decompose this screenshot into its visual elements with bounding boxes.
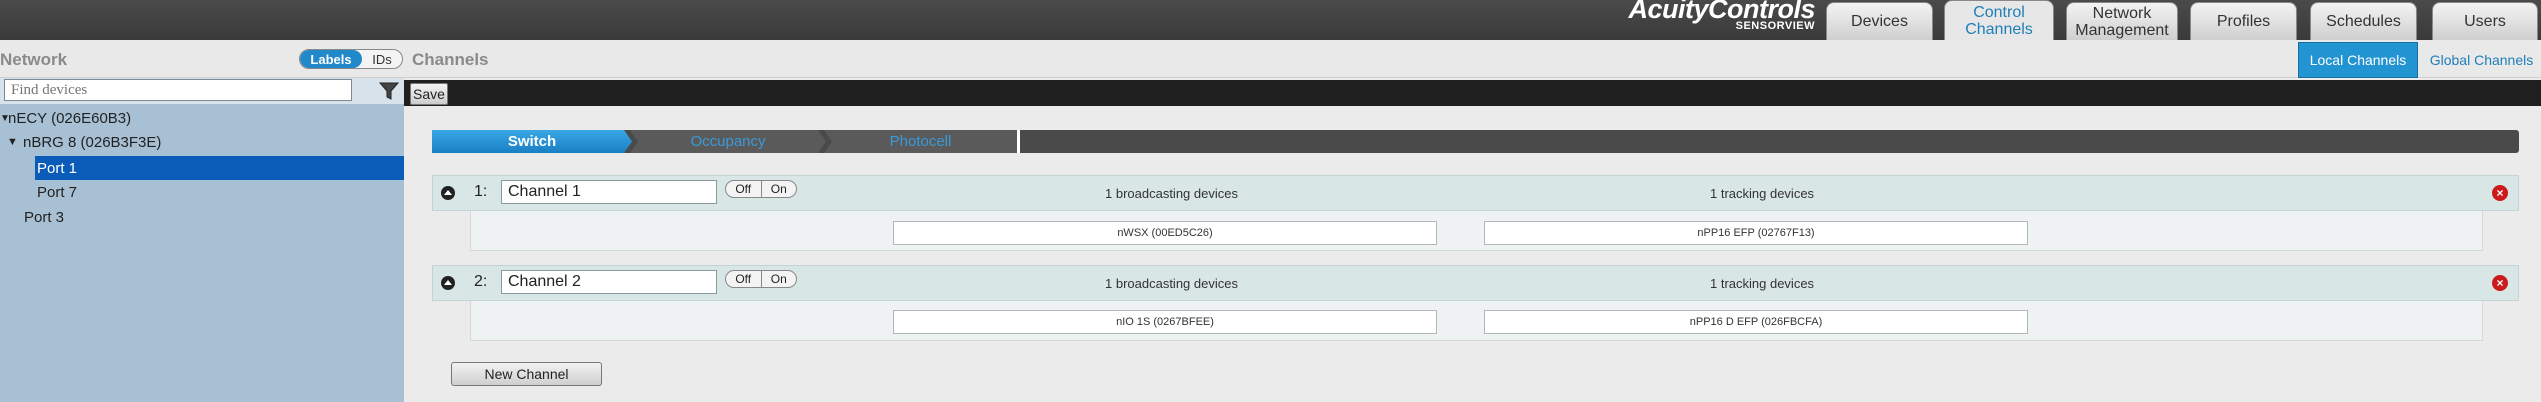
nav-tab-control-channels[interactable]: Control Channels <box>1944 0 2054 40</box>
channel-on-off-toggle[interactable]: Off On <box>725 270 797 288</box>
new-channel-button[interactable]: New Channel <box>451 362 602 386</box>
on-option[interactable]: On <box>762 271 797 287</box>
tree-selection-highlight <box>35 156 404 180</box>
delete-channel-icon[interactable]: × <box>2492 185 2508 201</box>
off-option[interactable]: Off <box>726 181 761 197</box>
tree-item-label: nECY (026E60B3) <box>8 109 132 127</box>
off-option[interactable]: Off <box>726 271 761 287</box>
channels-title: Channels <box>412 50 489 69</box>
filter-icon[interactable] <box>378 80 400 102</box>
collapse-icon[interactable] <box>441 276 455 290</box>
nav-tab-schedules[interactable]: Schedules <box>2310 2 2417 40</box>
toolbar-strip <box>404 80 2541 106</box>
channel-devices-row <box>470 211 2483 251</box>
tree-item-port-3[interactable]: Port 3 <box>24 206 64 228</box>
tree-expand-icon[interactable]: ▼ <box>0 113 10 124</box>
find-devices-input[interactable] <box>4 79 352 101</box>
acuity-logo: AcuityControls SENSORVIEW <box>1605 0 1815 38</box>
nav-tab-devices[interactable]: Devices <box>1826 2 1933 40</box>
broadcasting-count: 1 broadcasting devices <box>1105 186 1238 201</box>
delete-channel-icon[interactable]: × <box>2492 275 2508 291</box>
tracking-device[interactable]: nPP16 D EFP (026FBCFA) <box>1484 310 2028 334</box>
ids-option[interactable]: IDs <box>362 50 402 68</box>
tab-occupancy[interactable]: Occupancy <box>630 130 826 153</box>
tracking-device[interactable]: nPP16 EFP (02767F13) <box>1484 221 2028 245</box>
tree-item-nbrg[interactable]: ▼ nBRG 8 (026B3F3E) <box>7 131 161 153</box>
channel-name-field[interactable]: Channel 2 <box>501 270 717 294</box>
tracking-count: 1 tracking devices <box>1710 186 1815 201</box>
global-channels-tab[interactable]: Global Channels <box>2422 42 2541 78</box>
channel-number: 1: <box>474 183 488 200</box>
tree-item-label: nBRG 8 (026B3F3E) <box>23 133 162 151</box>
tree-item-port-7[interactable]: Port 7 <box>37 181 77 203</box>
channel-on-off-toggle[interactable]: Off On <box>725 180 797 198</box>
channel-devices-row <box>470 301 2483 341</box>
network-title: Network <box>0 50 68 69</box>
channel-number: 2: <box>474 273 488 290</box>
tree-item-port-1[interactable]: Port 1 <box>37 157 77 179</box>
tree-expand-icon[interactable]: ▼ <box>7 136 23 148</box>
broadcasting-device[interactable]: nIO 1S (0267BFEE) <box>893 310 1437 334</box>
tree-item-label: Port 1 <box>37 159 78 177</box>
channel-name-field[interactable]: Channel 1 <box>501 180 717 204</box>
local-channels-tab[interactable]: Local Channels <box>2298 42 2418 78</box>
tab-switch[interactable]: Switch <box>432 130 632 153</box>
nav-tab-users[interactable]: Users <box>2432 2 2538 40</box>
tracking-count: 1 tracking devices <box>1710 276 1815 291</box>
save-button[interactable]: Save <box>410 83 448 105</box>
labels-option[interactable]: Labels <box>300 50 362 68</box>
nav-tab-network-management[interactable]: Network Management <box>2066 2 2178 40</box>
broadcasting-device[interactable]: nWSX (00ED5C26) <box>893 221 1437 245</box>
on-option[interactable]: On <box>762 181 797 197</box>
collapse-icon[interactable] <box>441 186 455 200</box>
tree-item-label: Port 3 <box>24 208 65 226</box>
tree-item-necy[interactable]: ▼ nECY (026E60B3) <box>0 107 131 129</box>
tree-item-label: Port 7 <box>37 183 78 201</box>
broadcasting-count: 1 broadcasting devices <box>1105 276 1238 291</box>
nav-tab-profiles[interactable]: Profiles <box>2190 2 2297 40</box>
product-name: SENSORVIEW <box>1735 20 1815 32</box>
labels-ids-toggle[interactable]: Labels IDs <box>299 49 403 69</box>
tab-photocell[interactable]: Photocell <box>824 130 1020 153</box>
